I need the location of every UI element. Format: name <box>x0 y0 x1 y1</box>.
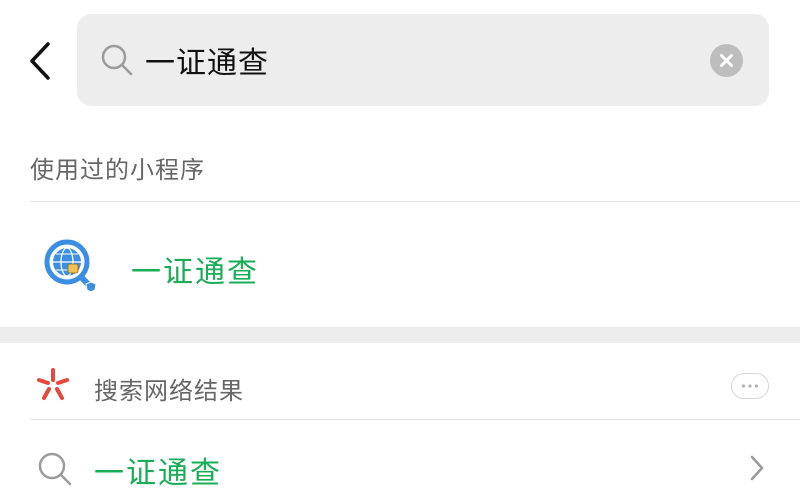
search-input[interactable] <box>145 36 705 84</box>
used-miniprograms-title: 使用过的小程序 <box>30 156 205 184</box>
chevron-left-icon <box>30 42 50 80</box>
more-button[interactable] <box>731 373 769 399</box>
web-result-item[interactable]: 一证通查 <box>0 420 800 497</box>
clear-search-button[interactable] <box>710 44 743 77</box>
divider <box>30 201 800 202</box>
search-icon <box>101 44 133 76</box>
search-box[interactable] <box>77 14 769 106</box>
search-icon <box>38 452 72 486</box>
top-bar <box>0 0 800 128</box>
miniprogram-name: 一证通查 <box>131 255 259 290</box>
miniprogram-item[interactable]: 一证通查 <box>0 203 800 327</box>
section-separator <box>0 327 800 343</box>
search-logo-icon <box>37 368 69 400</box>
magnifier-globe-icon <box>44 239 97 293</box>
web-result-text: 一证通查 <box>94 456 222 491</box>
close-icon <box>720 54 733 67</box>
chevron-right-icon <box>750 455 764 481</box>
back-button[interactable] <box>24 38 60 84</box>
web-results-title: 搜索网络结果 <box>94 377 244 405</box>
more-dots-icon <box>741 384 759 388</box>
web-results-header: 搜索网络结果 <box>0 343 800 419</box>
